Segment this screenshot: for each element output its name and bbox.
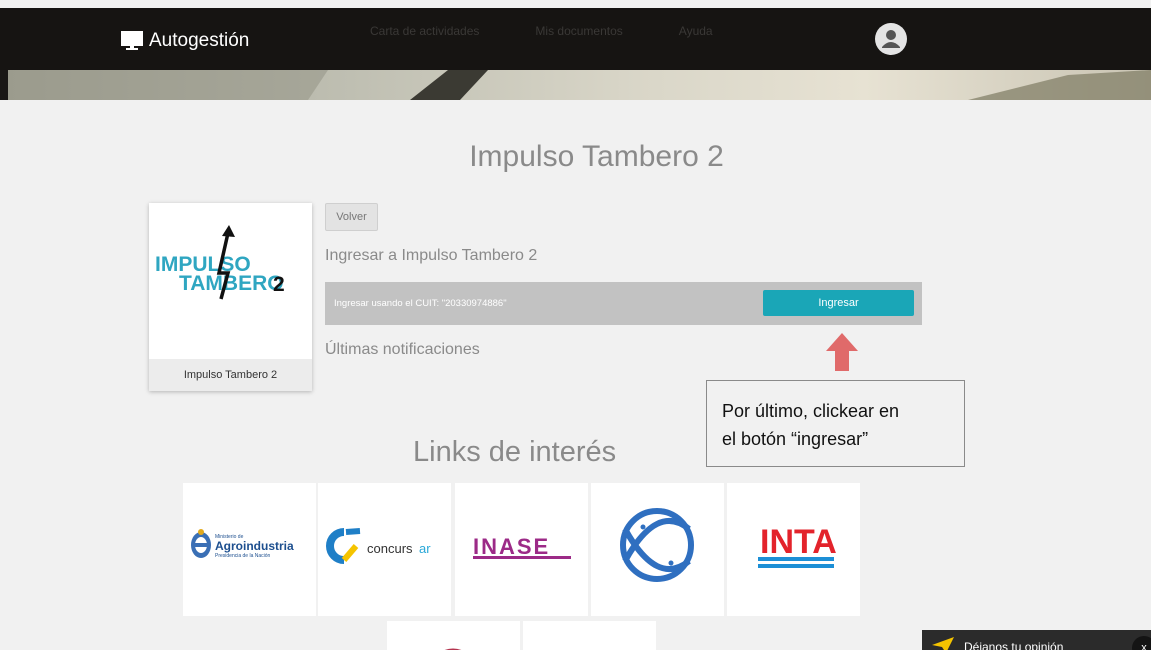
link-tile-partial-1[interactable] — [387, 621, 520, 650]
link-agroindustria[interactable]: Ministerio de Agroindustria Presidencia … — [183, 483, 316, 616]
instruction-callout: Por último, clickear en el botón “ingres… — [706, 380, 965, 467]
agro-sub: Presidencia de la Nación — [215, 553, 271, 559]
enter-heading: Ingresar a Impulso Tambero 2 — [325, 247, 538, 264]
link-tile-partial-2[interactable] — [523, 621, 656, 650]
up-arrow-icon — [826, 333, 858, 371]
link-inta[interactable]: INTA — [727, 483, 860, 616]
inase-logo: INASE — [473, 534, 571, 559]
logo-line2: TAMBERO — [179, 272, 284, 295]
back-button[interactable]: Volver — [325, 203, 378, 231]
inase-text: INASE — [473, 534, 550, 559]
nav-item-actividades[interactable]: Carta de actividades — [370, 24, 479, 38]
user-icon — [882, 30, 900, 48]
callout-line1: Por último, clickear en — [722, 401, 900, 421]
inta-logo: INTA — [758, 523, 837, 568]
cuit-text: Ingresar usando el CUIT: "20330974886" — [334, 298, 507, 309]
page-title: Impulso Tambero 2 — [469, 140, 724, 173]
feedback-label: Déjanos tu opinión — [964, 640, 1064, 650]
page: Autogestión Carta de actividades Mis doc… — [0, 0, 1151, 650]
inta-text: INTA — [760, 523, 837, 561]
link-fish-logo[interactable] — [591, 483, 724, 616]
cuit-login-bar: Ingresar usando el CUIT: "20330974886" I… — [325, 282, 922, 325]
monitor-icon — [121, 31, 143, 50]
nav-item-ayuda[interactable]: Ayuda — [679, 24, 713, 38]
logo-digit: 2 — [273, 273, 285, 296]
feedback-close-button[interactable]: x — [1132, 636, 1151, 650]
link-concursar[interactable]: concurs ar — [318, 483, 451, 616]
banner-image — [8, 70, 1151, 100]
ingresar-button[interactable]: Ingresar — [763, 290, 914, 316]
links-title: Links de interés — [413, 436, 617, 468]
agro-big: Agroindustria — [215, 539, 294, 553]
concursar-text: concurs — [367, 541, 413, 556]
impulso-tambero-logo: IMPULSO TAMBERO 2 — [155, 225, 285, 300]
program-card[interactable]: IMPULSO TAMBERO 2 Impulso Tambero 2 — [149, 203, 312, 391]
agroindustria-logo: Ministerio de Agroindustria Presidencia … — [191, 529, 294, 559]
nav-item-documentos[interactable]: Mis documentos — [535, 24, 622, 38]
paper-plane-icon — [932, 637, 954, 650]
brand-link[interactable]: Autogestión — [121, 30, 249, 52]
concursar-ar: ar — [419, 541, 431, 556]
top-nav: Carta de actividades Mis documentos Ayud… — [370, 24, 713, 38]
callout-line2: el botón “ingresar” — [722, 429, 869, 449]
user-avatar[interactable] — [875, 23, 907, 55]
link-inase[interactable]: INASE — [455, 483, 588, 616]
fish-logo — [620, 508, 694, 582]
notifications-heading: Últimas notificaciones — [325, 341, 480, 358]
brand-label: Autogestión — [149, 30, 250, 51]
header-banner — [8, 70, 1151, 100]
partial-logo — [445, 648, 461, 650]
feedback-widget[interactable]: Déjanos tu opinión x — [922, 630, 1151, 650]
program-card-caption: Impulso Tambero 2 — [149, 359, 312, 391]
concursar-logo: concurs ar — [326, 528, 431, 564]
